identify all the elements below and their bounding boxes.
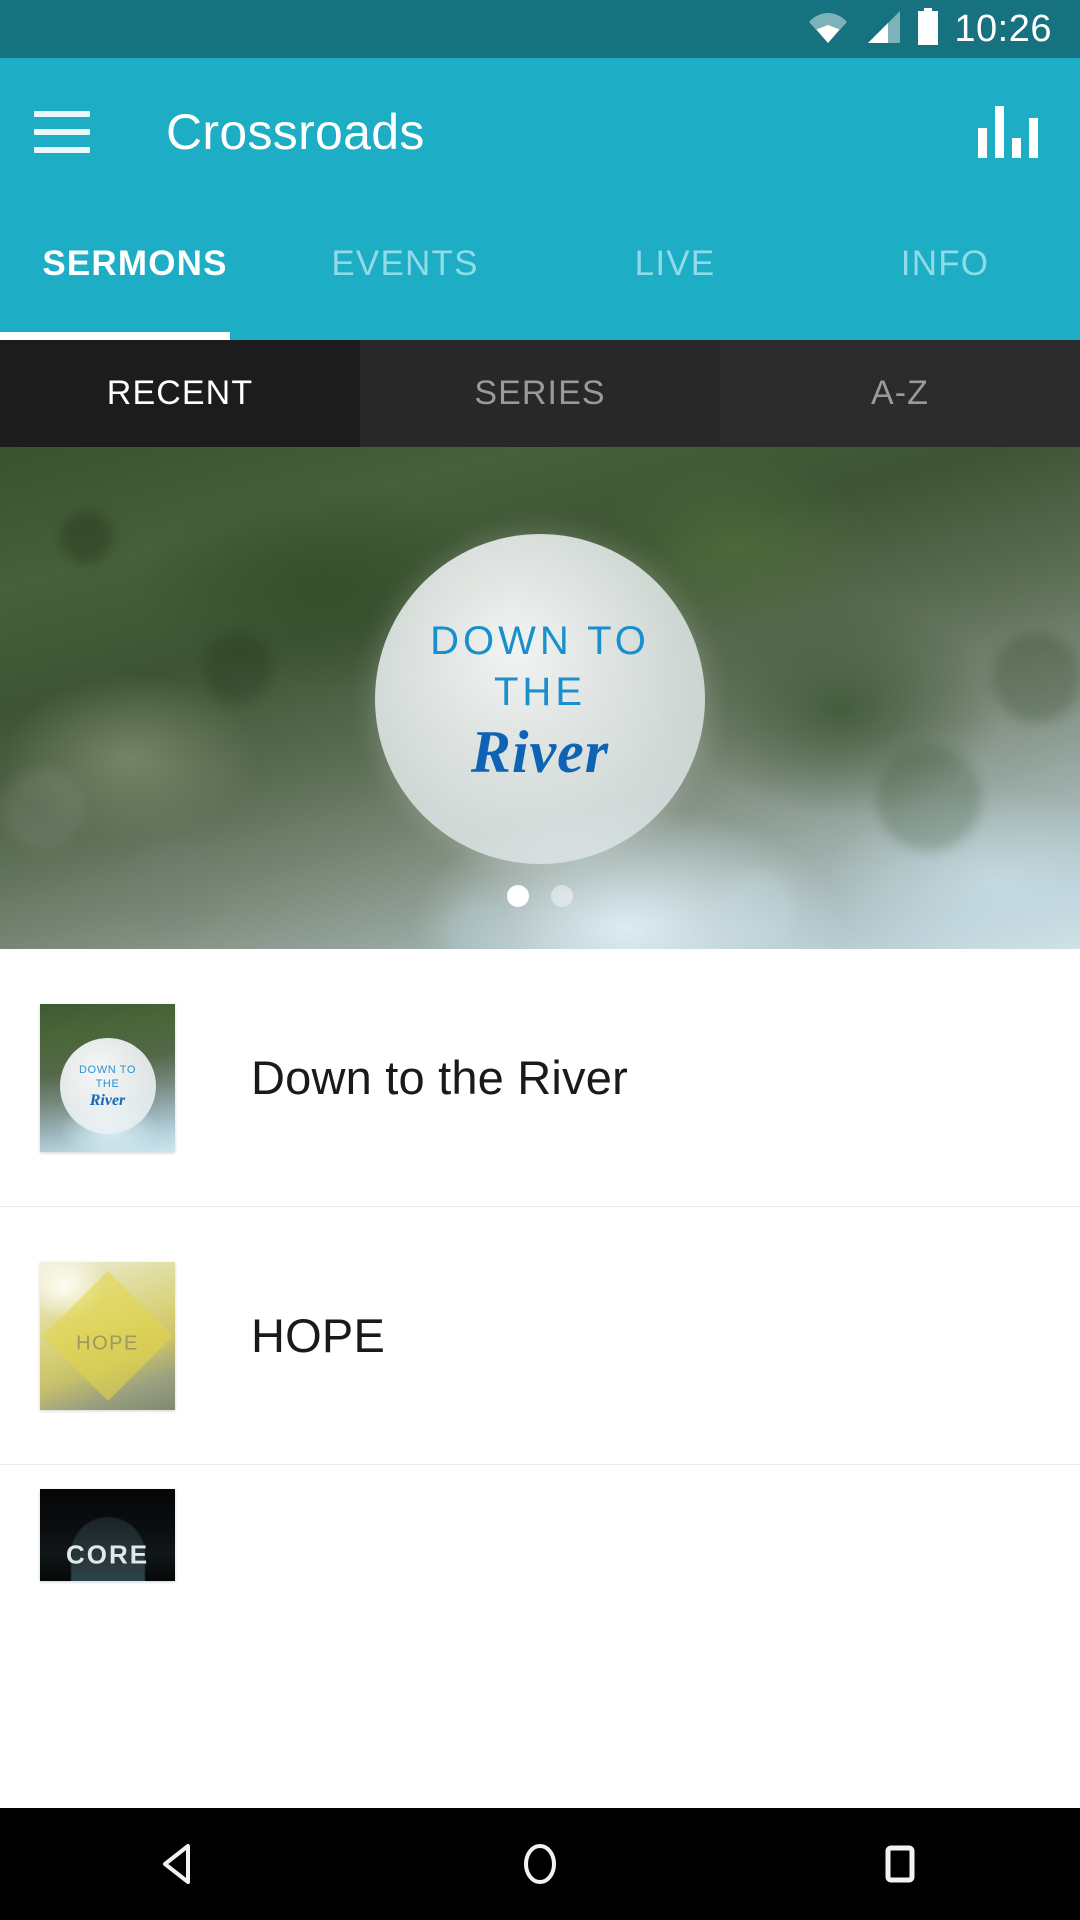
cellular-signal-icon — [862, 9, 902, 50]
thumb-line1: DOWN TO — [79, 1064, 136, 1077]
list-item-title: HOPE — [251, 1309, 385, 1362]
sermon-list: DOWN TO THE River Down to the River HOPE… — [0, 949, 1080, 1585]
page-title: Crossroads — [166, 104, 425, 160]
recents-square-icon[interactable] — [840, 1808, 960, 1920]
list-item-title: Down to the River — [251, 1051, 628, 1104]
thumb-line3: River — [89, 1091, 126, 1109]
hero-series-badge: DOWN TO THE River — [375, 534, 705, 864]
hero-overlay-line3: River — [470, 719, 610, 786]
carousel-dot-2[interactable] — [551, 885, 573, 907]
list-item[interactable]: CORE — [0, 1465, 1080, 1585]
hero-overlay-line2: THE — [494, 670, 586, 714]
tab-live[interactable]: LIVE — [540, 206, 810, 340]
primary-tab-bar: SERMONS EVENTS LIVE INFO — [0, 206, 1080, 340]
home-circle-icon[interactable] — [480, 1808, 600, 1920]
status-bar: 10:26 — [0, 0, 1080, 58]
tab-events[interactable]: EVENTS — [270, 206, 540, 340]
android-navigation-bar — [0, 1808, 1080, 1920]
subtab-series[interactable]: SERIES — [360, 340, 720, 447]
tab-info[interactable]: INFO — [810, 206, 1080, 340]
thumb-label: CORE — [65, 1539, 150, 1570]
down-to-the-river-thumbnail: DOWN TO THE River — [40, 1003, 175, 1152]
hope-thumbnail: HOPE — [40, 1261, 175, 1410]
thumb-label: HOPE — [76, 1332, 139, 1355]
wifi-icon — [808, 9, 848, 50]
hero-carousel[interactable]: DOWN TO THE River — [0, 447, 1080, 949]
list-item[interactable]: HOPE HOPE — [0, 1207, 1080, 1465]
core-thumbnail: CORE — [40, 1489, 175, 1581]
app-bar: Crossroads — [0, 58, 1080, 206]
subtab-a-z[interactable]: A-Z — [720, 340, 1080, 447]
tab-sermons[interactable]: SERMONS — [0, 206, 270, 340]
carousel-pagination — [507, 885, 573, 907]
status-bar-clock: 10:26 — [954, 8, 1052, 50]
battery-icon — [916, 7, 940, 51]
thumb-line2: THE — [95, 1077, 120, 1090]
secondary-tab-bar: RECENT SERIES A-Z — [0, 340, 1080, 447]
hamburger-menu-icon[interactable] — [34, 111, 90, 153]
list-item[interactable]: DOWN TO THE River Down to the River — [0, 949, 1080, 1207]
equalizer-icon[interactable] — [978, 106, 1038, 158]
back-triangle-icon[interactable] — [120, 1808, 240, 1920]
hero-overlay-line1: DOWN TO — [430, 618, 650, 663]
active-tab-indicator — [0, 332, 230, 340]
subtab-recent[interactable]: RECENT — [0, 340, 360, 447]
carousel-dot-1[interactable] — [507, 885, 529, 907]
